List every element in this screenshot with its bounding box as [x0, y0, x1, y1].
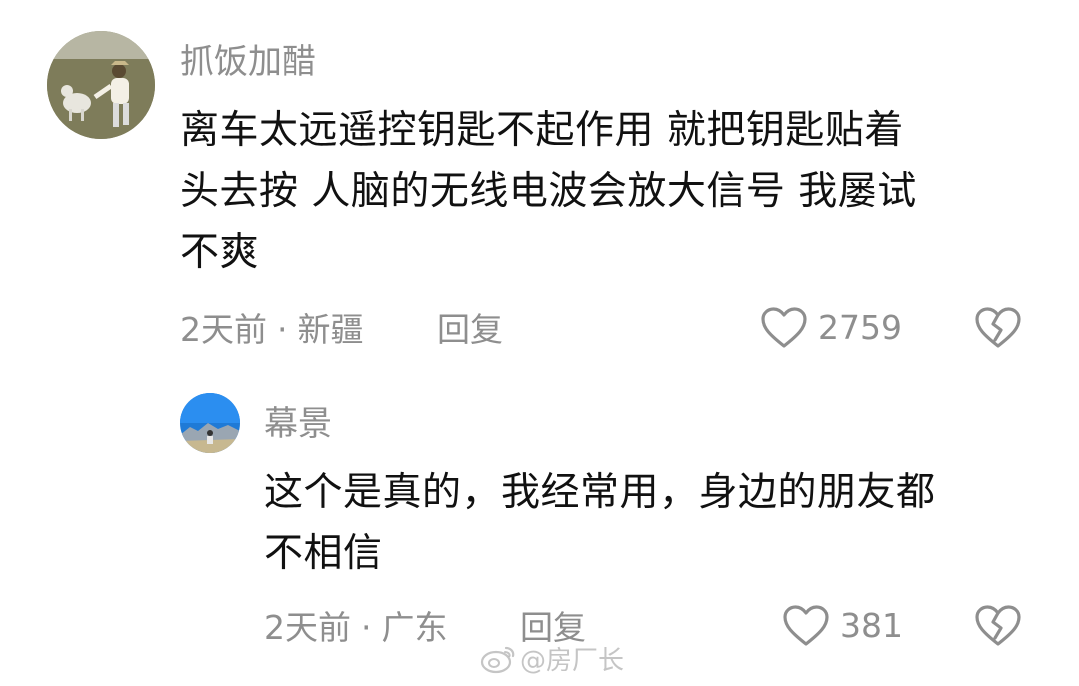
comment-text-line: 离车太远遥控钥匙不起作用 就把钥匙贴着 — [180, 108, 904, 153]
broken-heart-icon — [975, 605, 1021, 646]
comment-text: 离车太远遥控钥匙不起作用 就把钥匙贴着 头去按 人脑的无线电波会放大信号 我屡试… — [180, 100, 1040, 283]
comment-text-line: 头去按 人脑的无线电波会放大信号 我屡试 — [180, 169, 917, 214]
like-button[interactable]: 381 — [782, 604, 903, 648]
dislike-button[interactable] — [974, 306, 1022, 354]
dislike-button[interactable] — [974, 604, 1022, 652]
comment-text-line: 不爽 — [180, 230, 260, 275]
comment: 抓饭加醋 离车太远遥控钥匙不起作用 就把钥匙贴着 头去按 人脑的无线电波会放大信… — [0, 0, 1079, 380]
like-count: 2759 — [818, 308, 902, 347]
separator: · — [361, 608, 372, 647]
username[interactable]: 抓饭加醋 — [180, 42, 316, 82]
avatar-photo-icon — [47, 31, 155, 139]
comment-text: 这个是真的，我经常用，身边的朋友都 不相信 — [264, 462, 1054, 584]
timestamp: 2天前 — [264, 608, 351, 647]
comment-meta: 2天前 · 新疆 — [180, 310, 364, 350]
location: 新疆 — [297, 310, 364, 349]
broken-heart-icon — [975, 307, 1021, 348]
timestamp: 2天前 — [180, 310, 267, 349]
separator: · — [277, 310, 288, 349]
watermark-text: @房厂长 — [520, 646, 625, 676]
avatar[interactable] — [47, 31, 155, 139]
reply-button[interactable]: 回复 — [437, 310, 503, 350]
avatar-photo-icon — [180, 393, 240, 453]
comment-meta: 2天前 · 广东 — [264, 608, 448, 648]
comment-text-line: 这个是真的，我经常用，身边的朋友都 — [264, 470, 936, 515]
location: 广东 — [381, 608, 448, 647]
avatar[interactable] — [180, 393, 240, 453]
comment-text-line: 不相信 — [264, 531, 383, 576]
heart-outline-icon — [761, 307, 807, 348]
username[interactable]: 幕景 — [264, 404, 332, 444]
watermark: @房厂长 — [480, 640, 624, 677]
heart-outline-icon — [783, 605, 829, 646]
like-button[interactable]: 2759 — [760, 306, 902, 350]
weibo-logo-icon — [480, 646, 515, 673]
like-count: 381 — [840, 606, 903, 645]
